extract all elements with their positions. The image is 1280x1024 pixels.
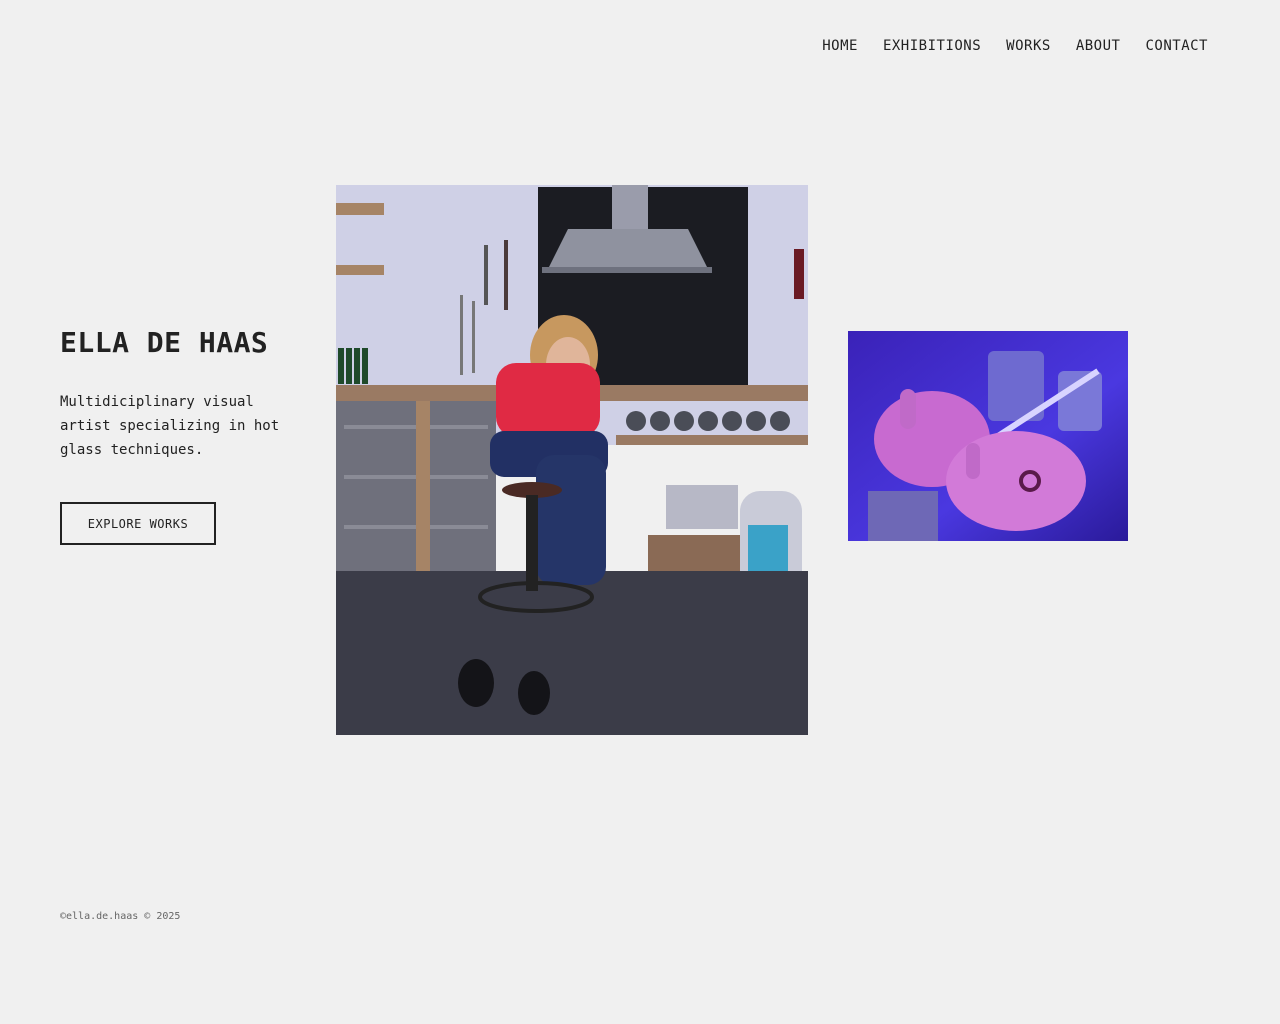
glass-work-photo	[848, 331, 1128, 541]
explore-works-button[interactable]: EXPLORE WORKS	[60, 502, 216, 545]
nav-home-link[interactable]: HOME	[822, 38, 858, 54]
artist-name-heading: ELLA DE HAAS	[60, 326, 269, 359]
nav-about-link[interactable]: ABOUT	[1076, 38, 1121, 54]
main-nav: HOME EXHIBITIONS WORKS ABOUT CONTACT	[822, 38, 1208, 54]
nav-works-link[interactable]: WORKS	[1006, 38, 1051, 54]
artist-description: Multidiciplinary visual artist specializ…	[60, 394, 280, 458]
nav-contact-link[interactable]: CONTACT	[1145, 38, 1208, 54]
artist-studio-photo	[336, 185, 808, 735]
footer-copyright: ©ella.de.haas © 2025	[60, 911, 181, 922]
nav-exhibitions-link[interactable]: EXHIBITIONS	[883, 38, 981, 54]
